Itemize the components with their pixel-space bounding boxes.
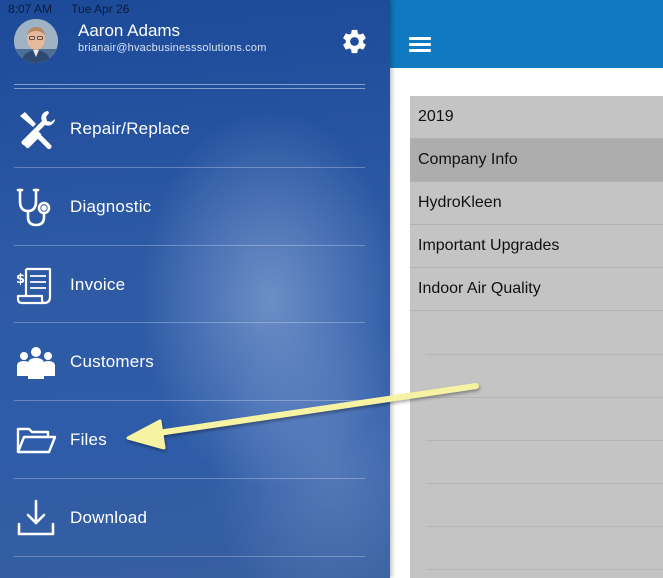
file-name: Indoor Air Quality [418,280,541,297]
people-icon [14,340,58,384]
file-name: Important Upgrades [418,237,560,254]
file-name: Company Info [418,151,518,168]
svg-text:$: $ [16,272,25,287]
menu-item-label: Files [70,429,107,449]
stethoscope-icon [14,185,58,229]
status-date: Tue Apr 26 [71,2,130,16]
file-list: 2019 Company Info HydroKleen Important U… [410,96,663,578]
main-content: 2019 Company Info HydroKleen Important U… [390,0,663,578]
list-separator [426,354,663,355]
list-separator [426,526,663,527]
menu-item-label: Download [70,507,148,527]
file-name: HydroKleen [418,194,502,211]
header-divider [14,88,365,89]
tools-icon [14,107,58,151]
file-row[interactable]: HydroKleen [410,182,663,225]
download-icon [14,496,58,540]
file-row[interactable]: Company Info [410,139,663,182]
menu-item-repair-replace[interactable]: Repair/Replace [14,90,365,167]
status-bar: 8:07 AM Tue Apr 26 [8,2,145,16]
settings-gear-icon[interactable] [340,27,369,56]
file-name: 2019 [418,108,454,125]
list-separator [426,440,663,441]
navigation-drawer: 8:07 AM Tue Apr 26 Aaron Adams brianair@… [0,0,390,578]
avatar[interactable] [14,19,58,63]
list-separator [426,569,663,570]
menu-item-invoice[interactable]: $ Invoice [14,246,365,323]
profile-email: brianair@hvacbusinesssolutions.com [78,42,267,54]
file-row[interactable]: Important Upgrades [410,225,663,268]
list-separator [426,483,663,484]
menu-item-label: Repair/Replace [70,118,190,138]
menu-item-label: Invoice [70,274,126,294]
menu-item-customers[interactable]: Customers [14,323,365,400]
header-divider [14,84,365,85]
menu-item-diagnostic[interactable]: Diagnostic [14,168,365,245]
menu-divider [14,556,365,557]
file-row[interactable]: Indoor Air Quality [410,268,663,311]
hamburger-menu-icon[interactable] [409,37,431,52]
file-row[interactable]: 2019 [410,96,663,139]
top-app-bar [390,0,663,68]
menu-item-files[interactable]: Files [14,401,365,478]
list-separator [426,397,663,398]
menu-item-label: Customers [70,351,154,371]
status-time: 8:07 AM [8,2,53,16]
menu-item-label: Diagnostic [70,196,152,216]
invoice-icon: $ [14,263,58,307]
folder-icon [14,418,58,462]
menu-item-download[interactable]: Download [14,479,365,556]
profile-name: Aaron Adams [78,21,181,40]
